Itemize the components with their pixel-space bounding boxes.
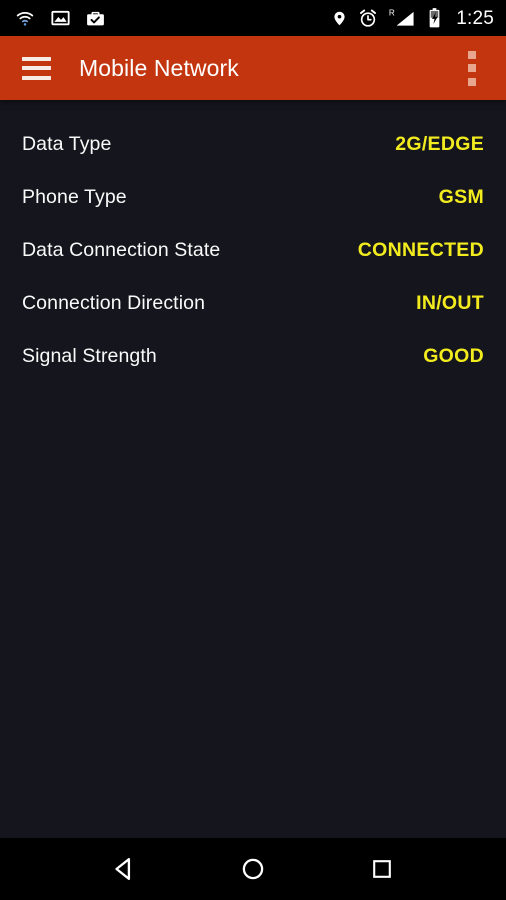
home-circle-icon <box>242 858 264 880</box>
list-item[interactable]: Signal Strength GOOD <box>0 330 506 383</box>
home-button[interactable] <box>222 838 284 900</box>
list-item[interactable]: Phone Type GSM <box>0 171 506 224</box>
page-title: Mobile Network <box>79 54 239 81</box>
overflow-dot <box>467 64 476 72</box>
row-label: Connection Direction <box>22 292 206 314</box>
back-triangle-icon <box>115 858 131 880</box>
roaming-signal-icon: R <box>389 9 414 26</box>
app-bar: Mobile Network <box>0 36 506 100</box>
location-pin-icon <box>334 11 345 25</box>
row-value: 2G/EDGE <box>395 133 484 155</box>
battery-charging-icon <box>429 8 440 28</box>
row-value: GOOD <box>423 345 484 367</box>
status-bar-right-icons: R 1:25 <box>331 7 498 29</box>
overflow-menu-icon[interactable] <box>467 50 476 86</box>
status-bar-left-icons <box>14 8 106 29</box>
alarm-clock-icon <box>360 9 377 27</box>
wifi-icon <box>16 11 34 26</box>
back-button[interactable] <box>93 838 155 900</box>
hamburger-bar <box>22 56 51 61</box>
recents-button[interactable] <box>351 838 413 900</box>
row-label: Signal Strength <box>22 345 157 367</box>
list-item[interactable]: Connection Direction IN/OUT <box>0 277 506 330</box>
row-value: GSM <box>438 186 484 208</box>
recents-square-icon <box>372 860 391 878</box>
hamburger-bar <box>22 66 51 70</box>
phone-screen: R 1:25 Mobile Network Data Type 2G/EDGE … <box>0 0 506 900</box>
system-navigation-bar <box>0 838 506 900</box>
row-label: Phone Type <box>22 186 127 208</box>
list-item[interactable]: Data Type 2G/EDGE <box>0 118 506 171</box>
overflow-dot <box>467 50 476 59</box>
hamburger-bar <box>22 75 51 80</box>
list-item[interactable]: Data Connection State CONNECTED <box>0 224 506 277</box>
status-bar: R 1:25 <box>0 0 506 36</box>
image-icon <box>51 10 70 26</box>
status-bar-clock: 1:25 <box>456 7 494 29</box>
row-label: Data Type <box>22 133 112 155</box>
work-profile-icon <box>87 11 104 25</box>
overflow-dot <box>467 77 476 86</box>
network-info-list: Data Type 2G/EDGE Phone Type GSM Data Co… <box>0 100 506 838</box>
svg-text:R: R <box>389 9 395 18</box>
row-label: Data Connection State <box>22 239 221 261</box>
row-value: CONNECTED <box>357 239 484 261</box>
row-value: IN/OUT <box>416 292 484 314</box>
hamburger-menu-icon[interactable] <box>22 56 51 80</box>
